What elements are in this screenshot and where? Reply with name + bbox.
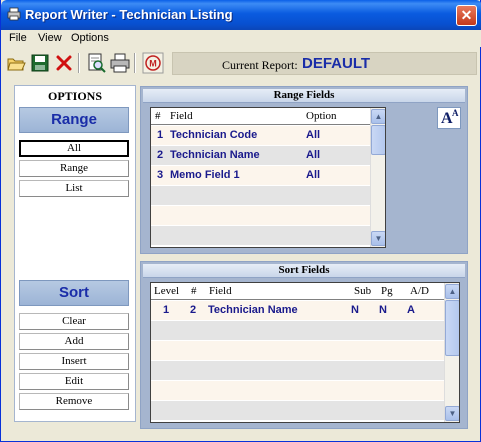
range-grid-header: # Field Option — [151, 108, 370, 125]
row-pg: N — [379, 304, 387, 316]
table-row[interactable] — [151, 321, 444, 340]
title-bar[interactable]: Report Writer - Technician Listing ✕ — [1, 0, 481, 30]
table-row[interactable]: 1 Technician Code All — [151, 126, 370, 145]
table-row[interactable] — [151, 186, 370, 205]
col-field: Field — [170, 110, 193, 122]
table-row[interactable] — [151, 206, 370, 225]
sort-remove-button[interactable]: Remove — [19, 393, 129, 410]
row-num: 2 — [190, 304, 197, 316]
report-writer-window: Report Writer - Technician Listing ✕ Fil… — [0, 0, 481, 442]
scroll-thumb[interactable] — [371, 125, 385, 155]
save-disk-icon[interactable] — [29, 52, 51, 74]
report-mode-icon[interactable]: M — [142, 52, 164, 74]
current-report-display: Current Report: DEFAULT — [172, 52, 477, 75]
row-num: 2 — [157, 149, 164, 161]
menu-view[interactable]: View — [38, 32, 62, 44]
row-field: Technician Name — [208, 304, 298, 316]
range-section-button[interactable]: Range — [19, 107, 129, 133]
svg-text:M: M — [149, 59, 157, 69]
menu-bar: File View Options — [1, 30, 481, 47]
sort-scrollbar[interactable]: ▲ ▼ — [444, 283, 459, 422]
range-all-button[interactable]: All — [19, 140, 129, 157]
print-icon[interactable] — [109, 52, 131, 74]
scroll-thumb[interactable] — [445, 300, 459, 356]
table-row[interactable]: 3 Memo Field 1 All — [151, 166, 370, 185]
row-field: Technician Code — [170, 129, 258, 141]
row-sub: N — [351, 304, 359, 316]
delete-x-icon[interactable] — [53, 52, 75, 74]
scroll-down-icon[interactable]: ▼ — [371, 231, 385, 246]
scroll-down-icon[interactable]: ▼ — [445, 406, 459, 421]
font-small-a: A — [452, 108, 459, 118]
row-option: All — [306, 129, 321, 141]
range-fields-grid[interactable]: # Field Option 1 Technician Code All 2 T… — [150, 107, 386, 248]
range-fields-title: Range Fields — [143, 89, 465, 103]
col-pg: Pg — [381, 285, 393, 297]
table-row[interactable] — [151, 226, 370, 245]
scroll-up-icon[interactable]: ▲ — [371, 109, 385, 124]
options-panel: OPTIONS Range All Range List Sort Clear … — [14, 85, 136, 422]
toolbar-separator — [78, 53, 80, 73]
col-field: Field — [209, 285, 232, 297]
table-row[interactable]: 2 Technician Name All — [151, 146, 370, 165]
col-num: # — [191, 285, 197, 297]
range-scrollbar[interactable]: ▲ ▼ — [370, 108, 385, 247]
row-option: All — [306, 149, 321, 161]
col-ad: A/D — [410, 285, 429, 297]
font-large-a: A — [441, 110, 453, 127]
col-option: Option — [306, 110, 337, 122]
sort-insert-button[interactable]: Insert — [19, 353, 129, 370]
sort-edit-button[interactable]: Edit — [19, 373, 129, 390]
font-size-icon[interactable]: A A — [437, 107, 461, 129]
row-ad: A — [407, 304, 415, 316]
open-folder-icon[interactable] — [5, 52, 27, 74]
table-row[interactable] — [151, 361, 444, 380]
row-num: 3 — [157, 169, 164, 181]
range-range-button[interactable]: Range — [19, 160, 129, 177]
row-num: 1 — [157, 129, 164, 141]
sort-grid-header: Level # Field Sub Pg A/D — [151, 283, 444, 300]
close-button[interactable]: ✕ — [456, 5, 477, 26]
table-row[interactable] — [151, 341, 444, 360]
print-preview-icon[interactable] — [85, 52, 107, 74]
sort-section-button[interactable]: Sort — [19, 280, 129, 306]
window-title: Report Writer - Technician Listing — [25, 7, 233, 22]
row-option: All — [306, 169, 321, 181]
range-list-button[interactable]: List — [19, 180, 129, 197]
table-row[interactable] — [151, 401, 444, 420]
col-level: Level — [154, 285, 180, 297]
range-fields-group: Range Fields A A # Field Option 1 Techni… — [140, 86, 468, 254]
row-field: Technician Name — [170, 149, 260, 161]
row-level: 1 — [163, 304, 170, 316]
scroll-up-icon[interactable]: ▲ — [445, 284, 459, 299]
menu-file[interactable]: File — [9, 32, 27, 44]
table-row[interactable] — [151, 381, 444, 400]
options-title: OPTIONS — [47, 89, 102, 103]
sort-add-button[interactable]: Add — [19, 333, 129, 350]
sort-clear-button[interactable]: Clear — [19, 313, 129, 330]
app-printer-icon — [7, 7, 21, 21]
sort-fields-grid[interactable]: Level # Field Sub Pg A/D 1 2 Technician … — [150, 282, 460, 423]
col-sub: Sub — [354, 285, 372, 297]
row-field: Memo Field 1 — [170, 169, 240, 181]
col-num: # — [155, 110, 161, 122]
sort-fields-group: Sort Fields Level # Field Sub Pg A/D 1 2… — [140, 261, 468, 429]
toolbar: M Current Report: DEFAULT — [4, 51, 478, 77]
current-report-label: Current Report: — [222, 58, 298, 72]
table-row[interactable]: 1 2 Technician Name N N A — [151, 301, 444, 320]
current-report-value: DEFAULT — [302, 55, 371, 72]
sort-fields-title: Sort Fields — [143, 264, 465, 278]
toolbar-separator — [134, 53, 136, 73]
close-icon: ✕ — [460, 7, 473, 23]
menu-options[interactable]: Options — [71, 32, 109, 44]
